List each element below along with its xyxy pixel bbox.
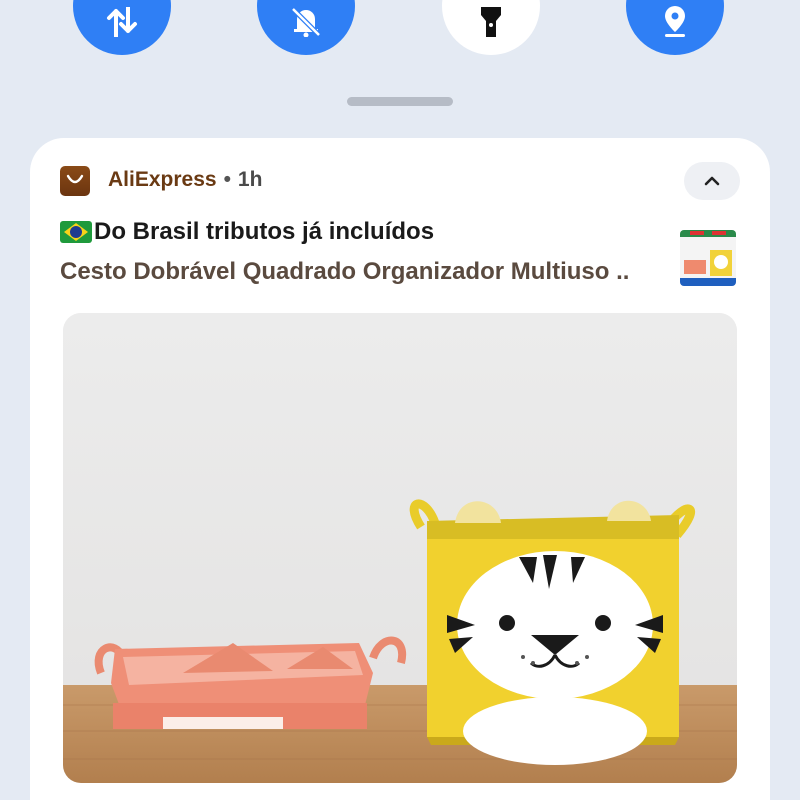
collapse-button[interactable] <box>684 162 740 200</box>
flashlight-icon <box>481 7 501 37</box>
notification-title: Do Brasil tributos já incluídos <box>60 218 434 246</box>
product-thumbnail <box>680 230 736 286</box>
location-pin-icon <box>665 6 685 37</box>
mobile-data-tile[interactable] <box>73 0 171 55</box>
notification-card[interactable]: AliExpress • 1h Do Brasil tributos já in… <box>30 138 770 800</box>
notification-time: 1h <box>237 168 263 191</box>
product-image[interactable] <box>63 313 737 783</box>
do-not-disturb-tile[interactable] <box>257 0 355 55</box>
chevron-up-icon <box>704 176 720 186</box>
bell-off-icon <box>291 7 321 37</box>
app-name: AliExpress <box>108 168 217 191</box>
data-arrows-icon <box>107 7 137 37</box>
notification-title-text: Do Brasil tributos já incluídos <box>94 218 435 245</box>
header-separator: • <box>223 168 231 191</box>
flashlight-tile[interactable] <box>442 0 540 55</box>
shade-drag-handle[interactable] <box>347 97 453 106</box>
aliexpress-bag-icon <box>60 166 90 196</box>
location-tile[interactable] <box>626 0 724 55</box>
notification-body: Cesto Dobrável Quadrado Organizador Mult… <box>60 258 630 285</box>
brazil-flag-icon <box>60 221 92 243</box>
notification-header: AliExpress • 1h <box>108 168 262 192</box>
